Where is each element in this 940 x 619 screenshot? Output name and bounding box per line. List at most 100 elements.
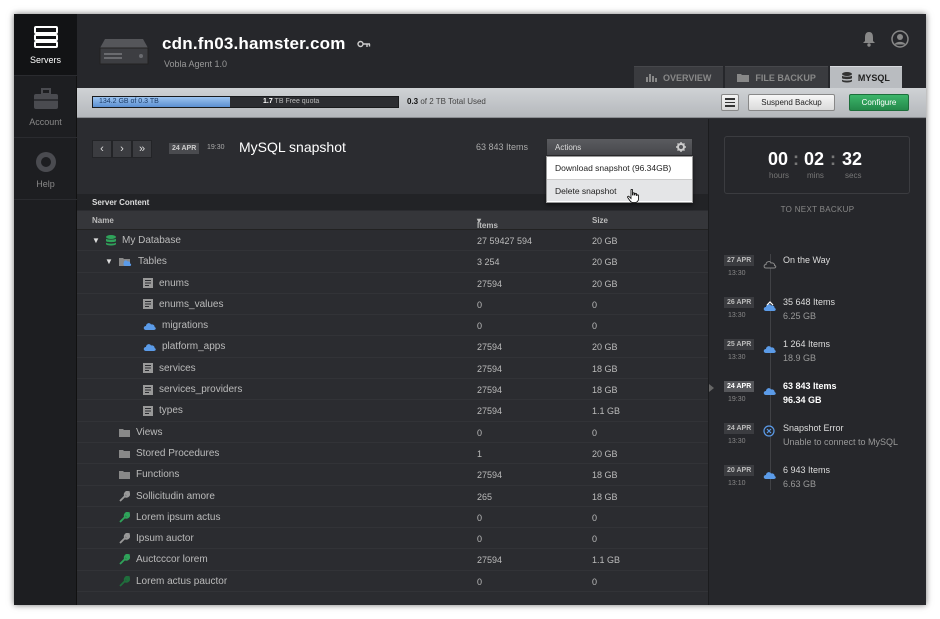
row-name-cell: enums_values [129, 299, 223, 310]
timer-colon: : [793, 149, 799, 169]
table-row[interactable]: platform_apps 27594 20 GB [77, 336, 708, 358]
backup-timer: 00 : 02 : 32 hours mins secs [724, 136, 910, 194]
row-label: Auctcccor lorem [136, 554, 208, 566]
actions-menu: Download snapshot (96.34GB) Delete snaps… [546, 156, 693, 203]
menu-button[interactable] [721, 94, 739, 111]
timeline-item[interactable]: 25 APR 13:30 1 264 Items 18.9 GB [709, 339, 926, 379]
cloud-icon [143, 342, 156, 352]
row-label: services_providers [159, 384, 243, 396]
row-name-cell: platform_apps [129, 341, 225, 352]
tab-bar: OVERVIEW FILE BACKUP MYSQL [632, 66, 902, 88]
timeline-title: 63 843 Items [783, 381, 837, 391]
nav-item-servers[interactable]: Servers [14, 14, 77, 76]
quota-used-text: 134.2 GB of 0.3 TB [99, 98, 159, 105]
row-size: 18 GB [592, 470, 618, 481]
timeline-item[interactable]: 24 APR 19:30 63 843 Items 96.34 GB [709, 381, 926, 421]
suspend-backup-button[interactable]: Suspend Backup [748, 94, 835, 111]
row-label: Functions [136, 469, 180, 481]
timeline-date: 26 APR [724, 297, 755, 308]
row-items: 0 [477, 299, 483, 310]
row-items: 1 [477, 448, 483, 459]
table-row[interactable]: Sollicitudin amore 265 18 GB [77, 486, 708, 507]
table-row[interactable]: enums_values 0 0 [77, 294, 708, 316]
table-row[interactable]: Auctcccor lorem 27594 1.1 GB [77, 549, 708, 571]
timeline-time: 13:30 [728, 438, 746, 445]
menu-item-delete-snapshot[interactable]: Delete snapshot [547, 179, 692, 203]
tab-mysql[interactable]: MYSQL [829, 66, 902, 88]
expand-toggle-icon[interactable]: ▼ [92, 236, 100, 245]
snapshot-date-badge: 24 APR [169, 143, 200, 154]
timeline-item[interactable]: 26 APR 13:30 35 648 Items 6.25 GB [709, 297, 926, 337]
row-size: 20 GB [592, 236, 618, 246]
current-pointer-icon [709, 384, 714, 392]
menu-item-download-snapshot[interactable]: Download snapshot (96.34GB) [547, 157, 692, 179]
table-icon [143, 405, 153, 416]
timeline-item[interactable]: 20 APR 13:10 6 943 Items 6.63 GB [709, 465, 926, 505]
wrench-dim-icon [119, 575, 130, 587]
table-row[interactable]: Stored Procedures 1 20 GB [77, 443, 708, 465]
table-icon [143, 363, 153, 374]
prev-button[interactable]: ‹ [92, 140, 112, 158]
gear-icon [676, 142, 686, 152]
key-icon[interactable] [357, 40, 371, 48]
actions-dropdown[interactable]: Actions [546, 138, 693, 156]
timeline-time: 13:30 [728, 312, 746, 319]
menu-item-label: Delete snapshot [555, 186, 617, 196]
timeline-date: 25 APR [724, 339, 755, 350]
table-row[interactable]: enums 27594 20 GB [77, 273, 708, 294]
table-row[interactable]: Lorem ipsum actus 0 0 [77, 507, 708, 529]
column-items[interactable]: Items ▾ [477, 216, 498, 230]
database-icon [841, 72, 852, 83]
row-name-cell: Auctcccor lorem [105, 554, 208, 565]
timeline-time: 13:10 [728, 480, 746, 487]
timeline-detail: 6.25 GB [783, 311, 817, 321]
row-size: 0 [592, 299, 598, 310]
table-row[interactable]: Ipsum auctor 0 0 [77, 528, 708, 550]
column-size[interactable]: Size [592, 216, 608, 225]
row-items: 27594 [477, 363, 503, 374]
table-row[interactable]: services 27594 18 GB [77, 358, 708, 380]
table-row[interactable]: Views 0 0 [77, 422, 708, 443]
table-row[interactable]: Lorem actus pauctor 0 0 [77, 571, 708, 593]
table-icon [143, 299, 153, 310]
row-label: Lorem actus pauctor [136, 575, 228, 587]
timeline-item[interactable]: 24 APR 13:30 Snapshot Error Unable to conne… [709, 423, 926, 463]
row-name-cell: Views [105, 427, 163, 438]
table-row[interactable]: types 27594 1.1 GB [77, 400, 708, 422]
row-label: Tables [138, 256, 167, 268]
cloud-upload-icon [763, 298, 777, 316]
row-items: 27594 [477, 385, 503, 396]
quota-free-text: 1.7 TB Free quota [263, 98, 320, 105]
row-items: 27594 [477, 406, 503, 417]
timeline-item[interactable]: 27 APR 13:30 On the Way [709, 255, 926, 295]
row-name-cell: ▼ Tables [105, 256, 167, 267]
row-name-cell: services [129, 363, 196, 374]
nav-item-account[interactable]: Account [14, 76, 77, 138]
row-name-cell: Lorem ipsum actus [105, 511, 221, 523]
timeline-detail: 18.9 GB [783, 353, 817, 363]
table-row[interactable]: migrations 0 0 [77, 315, 708, 337]
timer-secs: 32 [842, 149, 863, 169]
tab-file-backup[interactable]: FILE BACKUP [725, 66, 828, 88]
expand-toggle-icon[interactable]: ▼ [105, 257, 113, 266]
page-title: cdn.fn03.hamster.com [162, 34, 346, 53]
row-name-cell: Ipsum auctor [105, 533, 194, 544]
row-size: 20 GB [592, 278, 618, 289]
user-avatar-icon[interactable] [891, 30, 909, 48]
table-row[interactable]: Functions 27594 18 GB [77, 464, 708, 486]
bell-icon[interactable] [862, 31, 876, 47]
next-button[interactable]: › [112, 140, 132, 158]
error-icon [763, 424, 775, 442]
table-row[interactable]: ▼ My Database 27 59427 594 20 GB [77, 230, 708, 252]
table-row[interactable]: services_providers 27594 18 GB [77, 379, 708, 401]
row-size: 20 GB [592, 342, 618, 353]
configure-button[interactable]: Configure [849, 94, 909, 111]
row-label: My Database [122, 235, 181, 246]
table-row[interactable]: ▼ Tables 3 254 20 GB [77, 251, 708, 273]
last-button[interactable]: » [132, 140, 152, 158]
column-name[interactable]: Name [92, 216, 114, 225]
tab-overview[interactable]: OVERVIEW [634, 66, 724, 88]
row-label: Lorem ipsum actus [136, 511, 221, 523]
nav-item-help[interactable]: Help [14, 138, 77, 200]
wrench-green-icon [119, 554, 130, 566]
